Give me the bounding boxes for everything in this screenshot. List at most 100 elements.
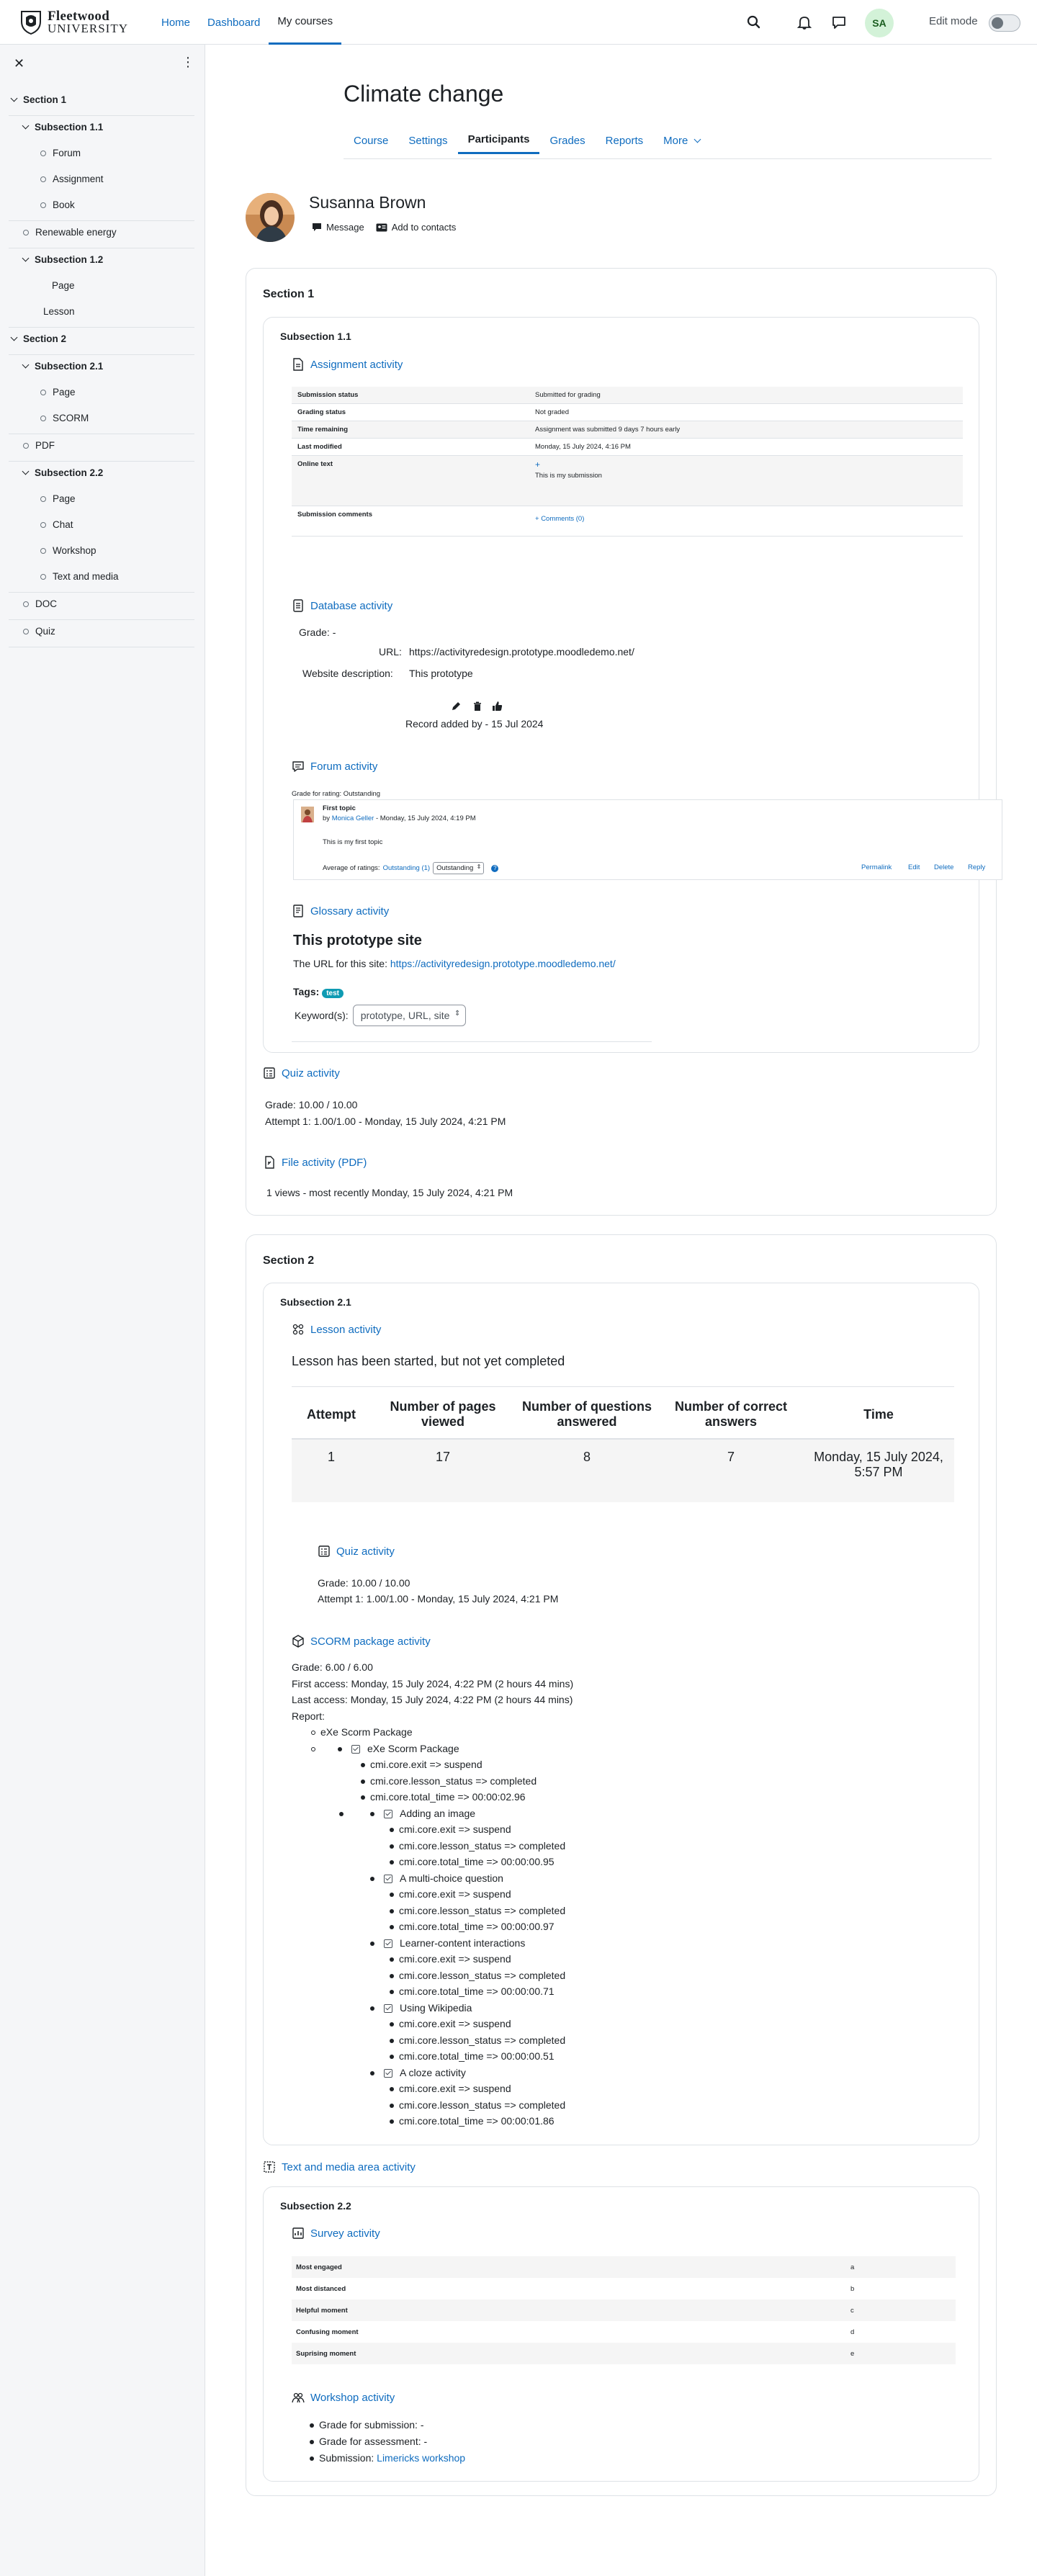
- chevron-down-icon[interactable]: [22, 361, 30, 369]
- drawer-label: Quiz: [35, 626, 55, 637]
- drawer-scorm[interactable]: SCORM: [40, 413, 89, 423]
- lesson-activity-link[interactable]: Lesson activity: [292, 1323, 381, 1336]
- reply-link[interactable]: Reply: [968, 863, 985, 871]
- tab-participants[interactable]: Participants: [457, 127, 540, 154]
- more-options-icon[interactable]: ⋮: [181, 55, 194, 70]
- chevron-down-icon[interactable]: [22, 122, 30, 130]
- drawer-workshop[interactable]: Workshop: [40, 545, 96, 556]
- text-media-activity-link[interactable]: Text and media area activity: [263, 2160, 416, 2173]
- thumbs-up-icon[interactable]: [492, 701, 503, 712]
- forum-post-author-link[interactable]: Monica Geller: [332, 814, 374, 822]
- edit-mode-toggle[interactable]: [989, 14, 1020, 32]
- chevron-down-icon[interactable]: [10, 333, 18, 341]
- file-activity-link[interactable]: File activity (PDF): [263, 1156, 367, 1169]
- keywords-select[interactable]: prototype, URL, site ⇕: [352, 1005, 467, 1026]
- tab-course[interactable]: Course: [344, 127, 398, 154]
- drawer-subsection-1-1[interactable]: Subsection 1.1: [22, 122, 103, 133]
- average-ratings-link[interactable]: Outstanding (1): [383, 864, 430, 872]
- drawer-section-2[interactable]: Section 2: [10, 333, 66, 344]
- chevron-down-icon[interactable]: [22, 254, 30, 262]
- tag-badge[interactable]: test: [322, 989, 344, 998]
- tab-settings[interactable]: Settings: [398, 127, 457, 154]
- completion-dot-icon: [40, 495, 46, 502]
- tab-grades[interactable]: Grades: [539, 127, 595, 154]
- forum-activity-link[interactable]: Forum activity: [292, 760, 377, 773]
- drawer-assignment[interactable]: Assignment: [40, 174, 104, 184]
- database-activity-link[interactable]: Database activity: [292, 599, 392, 612]
- edit-link[interactable]: Edit: [908, 863, 920, 871]
- drawer-pdf[interactable]: PDF: [23, 440, 55, 451]
- row-label: Most distanced: [296, 2284, 346, 2293]
- list-bullet: [390, 2022, 394, 2027]
- col-header: Time: [803, 1391, 954, 1440]
- expand-plus-icon[interactable]: +: [535, 460, 957, 469]
- permalink-link[interactable]: Permalink: [861, 863, 892, 871]
- delete-link[interactable]: Delete: [934, 863, 953, 871]
- list-bullet: [390, 1828, 394, 1833]
- message-button[interactable]: Message: [312, 222, 364, 233]
- drawer-page[interactable]: Page: [40, 493, 76, 504]
- list-bullet: [390, 2103, 394, 2108]
- workshop-activity-link[interactable]: Workshop activity: [292, 2391, 395, 2404]
- drawer-page[interactable]: Page: [40, 387, 76, 398]
- help-icon[interactable]: ?: [491, 864, 499, 872]
- quiz-activity-link[interactable]: Quiz activity: [263, 1067, 340, 1080]
- site-logo[interactable]: Fleetwood UNIVERSITY: [19, 9, 128, 36]
- scorm-first-access: First access: Monday, 15 July 2024, 4:22…: [292, 1677, 574, 1689]
- sco-track: cmi.core.total_time => 00:00:00.97: [292, 1918, 573, 1935]
- completion-dot-icon: [23, 229, 29, 235]
- drawer-forum[interactable]: Forum: [40, 148, 81, 158]
- tab-reports[interactable]: Reports: [596, 127, 654, 154]
- glossary-activity-link[interactable]: Glossary activity: [292, 905, 389, 917]
- messages-icon[interactable]: [831, 14, 847, 30]
- drawer-quiz[interactable]: Quiz: [23, 626, 55, 637]
- scorm-activity-link[interactable]: SCORM package activity: [292, 1635, 431, 1648]
- delete-trash-icon[interactable]: [472, 701, 482, 712]
- drawer-subsection-2-2[interactable]: Subsection 2.2: [22, 467, 103, 478]
- sco-time: cmi.core.total_time => 00:00:00.95: [399, 1856, 555, 1867]
- drawer-subsection-1-2[interactable]: Subsection 1.2: [22, 254, 103, 265]
- survey-icon: [292, 2227, 304, 2239]
- drawer-renewable-energy[interactable]: Renewable energy: [23, 227, 117, 238]
- forum-post-date: - Monday, 15 July 2024, 4:19 PM: [375, 814, 476, 822]
- table-row: Confusing moment d: [292, 2321, 956, 2343]
- add-contacts-button[interactable]: Add to contacts: [376, 222, 456, 233]
- list-bullet: [361, 1795, 365, 1800]
- row-value: Monday, 15 July 2024, 4:16 PM: [529, 438, 963, 456]
- drawer-lesson[interactable]: Lesson: [43, 306, 75, 317]
- chevron-down-icon[interactable]: [10, 94, 18, 102]
- quiz-activity-link[interactable]: Quiz activity: [318, 1545, 395, 1558]
- nav-home[interactable]: Home: [153, 0, 199, 45]
- assignment-activity-link[interactable]: Assignment activity: [292, 358, 403, 371]
- sco-track: cmi.core.lesson_status => completed: [292, 1903, 573, 1919]
- drawer-section-1[interactable]: Section 1: [10, 94, 66, 105]
- close-drawer-icon[interactable]: ✕: [14, 56, 24, 71]
- drawer-text-and-media[interactable]: Text and media: [40, 571, 119, 582]
- workshop-submission-link[interactable]: Limericks workshop: [377, 2452, 465, 2464]
- completion-dot-icon: [40, 521, 46, 528]
- rating-select[interactable]: Outstanding ⇕: [433, 862, 485, 874]
- drawer-page[interactable]: Page: [52, 280, 75, 291]
- user-avatar[interactable]: SA: [865, 9, 894, 37]
- search-icon[interactable]: [746, 14, 762, 30]
- completed-check-icon: [384, 2068, 392, 2078]
- survey-activity-link[interactable]: Survey activity: [292, 2227, 380, 2240]
- drawer-chat[interactable]: Chat: [40, 519, 73, 530]
- glossary-url-link[interactable]: https://activityredesign.prototype.moodl…: [390, 958, 616, 969]
- chevron-down-icon[interactable]: [22, 467, 30, 475]
- sco-item: Learner-content interactions: [292, 1935, 573, 1952]
- drawer-book[interactable]: Book: [40, 199, 75, 210]
- workshop-submission: Submission: Limericks workshop: [310, 2452, 465, 2464]
- drawer-subsection-2-1[interactable]: Subsection 2.1: [22, 361, 103, 372]
- glossary-activity-title: Glossary activity: [310, 905, 390, 917]
- bell-icon[interactable]: [796, 14, 812, 30]
- tab-more[interactable]: More: [653, 127, 712, 154]
- nav-dashboard[interactable]: Dashboard: [199, 0, 269, 45]
- edit-pencil-icon[interactable]: [451, 701, 461, 712]
- comments-link[interactable]: + Comments (0): [535, 515, 957, 523]
- nav-my-courses[interactable]: My courses: [269, 0, 342, 45]
- table-row: Most engaged a: [292, 2256, 956, 2278]
- drawer-doc[interactable]: DOC: [23, 598, 57, 609]
- list-bullet: [390, 1990, 394, 1995]
- drawer-label: PDF: [35, 440, 55, 451]
